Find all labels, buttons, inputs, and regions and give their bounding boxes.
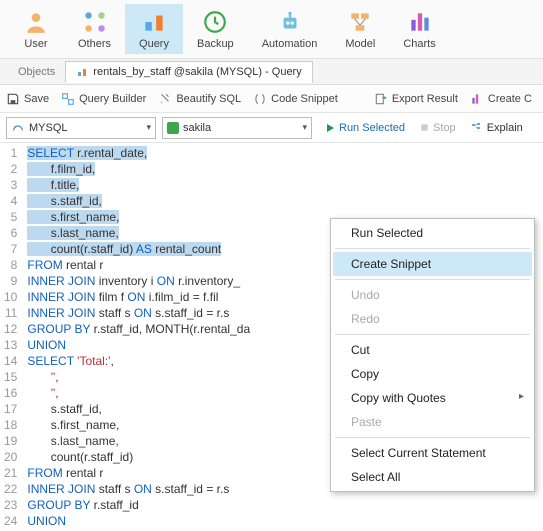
- create-chart-label: Create C: [488, 93, 532, 105]
- ribbon-model[interactable]: Model: [331, 4, 389, 54]
- user-icon: [22, 8, 50, 36]
- ribbon-others[interactable]: Others: [64, 4, 125, 54]
- ribbon-others-label: Others: [78, 38, 111, 50]
- query-builder-button[interactable]: Query Builder: [61, 92, 146, 106]
- code-area[interactable]: SELECT r.rental_date, f.film_id, f.title…: [25, 143, 250, 531]
- run-selected-label: Run Selected: [339, 122, 405, 134]
- ctx-cut[interactable]: Cut: [333, 338, 532, 362]
- database-combo[interactable]: sakila ▾: [162, 117, 312, 139]
- snippet-label: Code Snippet: [271, 93, 338, 105]
- query-builder-icon: [61, 92, 75, 106]
- export-label: Export Result: [392, 93, 458, 105]
- mysql-icon: [11, 121, 25, 135]
- ctx-paste-label: Paste: [351, 415, 382, 429]
- connection-row: MYSQL ▾ sakila ▾ Run Selected Stop Expla…: [0, 113, 543, 143]
- ctx-select-current[interactable]: Select Current Statement: [333, 441, 532, 465]
- editor-toolbar: Save Query Builder Beautify SQL Code Sni…: [0, 85, 543, 113]
- ctx-copy[interactable]: Copy: [333, 362, 532, 386]
- beautify-label: Beautify SQL: [176, 93, 241, 105]
- ribbon-charts[interactable]: Charts: [389, 4, 449, 54]
- ribbon-user[interactable]: User: [8, 4, 64, 54]
- database-value: sakila: [183, 122, 211, 134]
- stop-icon: [419, 122, 430, 133]
- line-gutter: 123456789101112131415161718192021222324: [0, 143, 25, 531]
- ribbon-model-label: Model: [345, 38, 375, 50]
- ribbon-backup-label: Backup: [197, 38, 234, 50]
- tab-objects[interactable]: Objects: [8, 62, 65, 82]
- backup-icon: [201, 8, 229, 36]
- ctx-create-snippet[interactable]: Create Snippet: [333, 252, 532, 276]
- ribbon-query-label: Query: [139, 38, 169, 50]
- ctx-redo-label: Redo: [351, 312, 380, 326]
- ctx-selstmt-label: Select Current Statement: [351, 446, 486, 460]
- save-button[interactable]: Save: [6, 92, 49, 106]
- chevron-down-icon: ▾: [146, 122, 151, 133]
- snippet-icon: [253, 92, 267, 106]
- ctx-select-all[interactable]: Select All: [333, 465, 532, 489]
- save-icon: [6, 92, 20, 106]
- chevron-down-icon: ▾: [302, 122, 307, 133]
- ctx-copy-quotes[interactable]: Copy with Quotes ▸: [333, 386, 532, 410]
- query-icon: [140, 8, 168, 36]
- explain-label: Explain: [487, 122, 523, 134]
- stop-label: Stop: [433, 122, 456, 134]
- save-label: Save: [24, 93, 49, 105]
- connection-value: MYSQL: [29, 122, 68, 134]
- run-selected-button[interactable]: Run Selected: [324, 122, 405, 134]
- ctx-selall-label: Select All: [351, 470, 400, 484]
- play-icon: [324, 122, 336, 134]
- model-icon: [346, 8, 374, 36]
- ctx-separator: [335, 248, 530, 249]
- ctx-run-selected[interactable]: Run Selected: [333, 221, 532, 245]
- ctx-separator: [335, 437, 530, 438]
- ribbon-query[interactable]: Query: [125, 4, 183, 54]
- code-snippet-button[interactable]: Code Snippet: [253, 92, 338, 106]
- automation-icon: [276, 8, 304, 36]
- ctx-copyq-label: Copy with Quotes: [351, 391, 446, 405]
- ribbon-backup[interactable]: Backup: [183, 4, 248, 54]
- tab-active-label: rentals_by_staff @sakila (MYSQL) - Query: [93, 66, 301, 78]
- ribbon-charts-label: Charts: [403, 38, 435, 50]
- stop-button[interactable]: Stop: [419, 122, 456, 134]
- ribbon-automation-label: Automation: [262, 38, 318, 50]
- context-menu: Run Selected Create Snippet Undo Redo Cu…: [330, 218, 535, 492]
- export-icon: [374, 92, 388, 106]
- ctx-separator: [335, 334, 530, 335]
- connection-combo[interactable]: MYSQL ▾: [6, 117, 156, 139]
- create-chart-icon: [470, 92, 484, 106]
- document-tabs: Objects rentals_by_staff @sakila (MYSQL)…: [0, 59, 543, 85]
- ribbon-toolbar: User Others Query Backup Automation Mode…: [0, 0, 543, 59]
- tab-active-query[interactable]: rentals_by_staff @sakila (MYSQL) - Query: [65, 61, 312, 83]
- submenu-arrow-icon: ▸: [519, 391, 524, 402]
- ctx-paste[interactable]: Paste: [333, 410, 532, 434]
- explain-icon: [470, 122, 484, 134]
- ctx-create-label: Create Snippet: [351, 257, 431, 271]
- ctx-undo-label: Undo: [351, 288, 380, 302]
- ctx-run-label: Run Selected: [351, 226, 423, 240]
- export-result-button[interactable]: Export Result: [374, 92, 458, 106]
- database-icon: [167, 122, 179, 134]
- beautify-button[interactable]: Beautify SQL: [158, 92, 241, 106]
- ribbon-automation[interactable]: Automation: [248, 4, 332, 54]
- query-builder-label: Query Builder: [79, 93, 146, 105]
- ribbon-user-label: User: [24, 38, 47, 50]
- ctx-separator: [335, 279, 530, 280]
- ctx-copy-label: Copy: [351, 367, 379, 381]
- ctx-undo[interactable]: Undo: [333, 283, 532, 307]
- ctx-cut-label: Cut: [351, 343, 370, 357]
- tab-objects-label: Objects: [18, 66, 55, 78]
- charts-icon: [406, 8, 434, 36]
- query-tab-icon: [76, 66, 88, 78]
- others-icon: [81, 8, 109, 36]
- create-chart-button[interactable]: Create C: [470, 92, 532, 106]
- beautify-icon: [158, 92, 172, 106]
- ctx-redo[interactable]: Redo: [333, 307, 532, 331]
- explain-button[interactable]: Explain: [470, 122, 523, 134]
